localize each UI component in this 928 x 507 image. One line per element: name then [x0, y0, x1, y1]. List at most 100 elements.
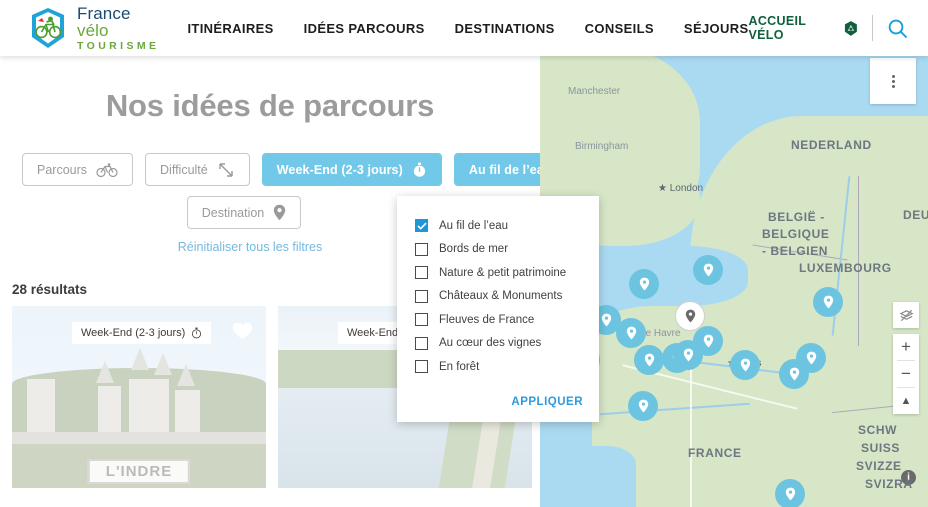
- dropdown-option-label: Fleuves de France: [439, 313, 535, 326]
- dropdown-option-label: Nature & petit patrimoine: [439, 266, 567, 279]
- result-card-indre[interactable]: L'INDRE Week-End (2-3 jours): [12, 306, 266, 488]
- result-card-duration-badge: Week-End (2-3 jours): [72, 322, 212, 344]
- france-velo-tourisme-logo-icon: [32, 8, 64, 48]
- map-marker[interactable]: [628, 391, 658, 421]
- map-tilt-button[interactable]: ▲: [893, 388, 919, 414]
- map-pin-icon: [639, 277, 649, 291]
- page-title: Nos idées de parcours: [105, 88, 435, 123]
- logo-text-tourisme: TOURISME: [77, 39, 160, 52]
- bicycle-icon: [96, 162, 118, 177]
- filter-chip-destination[interactable]: Destination: [186, 196, 302, 229]
- filter-chip-destination-label: Destination: [201, 205, 265, 220]
- map-marker[interactable]: [634, 345, 664, 375]
- nav-item-idees-parcours[interactable]: IDÉES PARCOURS: [304, 21, 425, 36]
- theme-filter-dropdown: Au fil de l’eau Bords de mer Nature & pe…: [397, 196, 599, 422]
- map-pin-icon: [626, 326, 636, 340]
- filter-chip-difficulte[interactable]: Difficulté: [145, 153, 250, 186]
- nav-item-conseils[interactable]: CONSEILS: [585, 21, 654, 36]
- checkbox-icon[interactable]: [415, 266, 428, 280]
- filter-chip-week-end[interactable]: Week-End (2-3 jours): [261, 153, 442, 186]
- map-marker[interactable]: [730, 350, 760, 380]
- dropdown-option-label: Au fil de l’eau: [439, 219, 509, 232]
- map-marker[interactable]: [813, 287, 843, 317]
- checkbox-icon[interactable]: [415, 242, 428, 256]
- map-marker[interactable]: [775, 479, 805, 507]
- result-card-favorite-button[interactable]: [231, 320, 254, 346]
- site-header: France vélo TOURISME ITINÉRAIRES IDÉES P…: [0, 0, 928, 56]
- map-marker[interactable]: [796, 343, 826, 373]
- map-border-de: [858, 176, 860, 346]
- map-road-b: [690, 356, 692, 507]
- filter-chip-au-fil-de-leau-label: Au fil de l’eau: [468, 162, 540, 177]
- map-marker[interactable]: [616, 318, 646, 348]
- dropdown-option-bords-de-mer[interactable]: Bords de mer: [415, 238, 583, 262]
- dropdown-option-chateaux-monuments[interactable]: Châteaux & Monuments: [415, 285, 583, 309]
- accueil-velo-badge-icon: [845, 20, 858, 36]
- map-pin-icon: [789, 367, 799, 381]
- accueil-velo-link[interactable]: ACCUEIL VÉLO: [749, 14, 859, 42]
- map-options-menu-button[interactable]: [870, 58, 916, 104]
- three-dots-vertical-icon: [891, 73, 895, 90]
- header-divider: [872, 15, 873, 41]
- dropdown-option-en-foret[interactable]: En forêt: [415, 355, 583, 379]
- map-pin-icon: [740, 358, 750, 372]
- search-icon: [888, 19, 907, 38]
- hide-layers-icon: [899, 309, 913, 321]
- dropdown-option-label: Châteaux & Monuments: [439, 290, 563, 303]
- map-info-button[interactable]: i: [901, 470, 916, 485]
- map-water-channel: [598, 246, 748, 306]
- map-pin-icon: [806, 351, 816, 365]
- map-pin-icon: [644, 353, 654, 367]
- dropdown-option-au-fil-de-leau[interactable]: Au fil de l’eau: [415, 214, 583, 238]
- main-navigation: ITINÉRAIRES IDÉES PARCOURS DESTINATIONS …: [187, 21, 748, 36]
- map-pin-icon: [703, 263, 713, 277]
- map-pin-icon: [683, 348, 693, 362]
- map-pin-icon: [823, 295, 833, 309]
- checkbox-icon[interactable]: [415, 360, 428, 374]
- map-pin-icon: [274, 204, 286, 221]
- dropdown-option-label: En forêt: [439, 360, 480, 373]
- dropdown-option-nature-petit-patrimoine[interactable]: Nature & petit patrimoine: [415, 261, 583, 285]
- dropdown-option-fleuves-de-france[interactable]: Fleuves de France: [415, 308, 583, 332]
- diagonal-arrows-icon: [219, 162, 233, 177]
- stopwatch-icon: [413, 162, 425, 177]
- map-marker[interactable]: [629, 269, 659, 299]
- map-toggle-layers-button[interactable]: [893, 302, 919, 328]
- nav-item-destinations[interactable]: DESTINATIONS: [455, 21, 555, 36]
- apply-filters-button[interactable]: APPLIQUER: [511, 396, 583, 408]
- filter-chip-week-end-label: Week-End (2-3 jours): [276, 162, 403, 177]
- map-pin-icon: [703, 334, 713, 348]
- map-pin-icon: [601, 313, 611, 327]
- map-zoom-in-button[interactable]: +: [893, 334, 919, 360]
- map-water-biscay: [540, 446, 636, 507]
- map-marker[interactable]: [693, 255, 723, 285]
- map-zoom-controls: + − ▲: [893, 334, 919, 414]
- result-card-duration-label: Week-End: [347, 327, 399, 339]
- checkbox-icon[interactable]: [415, 313, 428, 327]
- checkbox-checked-icon[interactable]: [415, 219, 428, 233]
- filter-chip-au-fil-de-leau[interactable]: Au fil de l’eau: [453, 153, 540, 186]
- map-pin-icon: [785, 487, 795, 501]
- map-pin-icon: [638, 399, 648, 413]
- logo-wordmark: France vélo TOURISME: [77, 5, 159, 52]
- map-zoom-out-button[interactable]: −: [893, 361, 919, 387]
- dropdown-option-label: Bords de mer: [439, 243, 509, 256]
- nav-item-sejours[interactable]: SÉJOURS: [684, 21, 749, 36]
- dropdown-option-label: Au cœur des vignes: [439, 337, 542, 350]
- nav-item-itineraires[interactable]: ITINÉRAIRES: [187, 21, 273, 36]
- filter-chip-parcours[interactable]: Parcours: [22, 153, 134, 186]
- filter-chip-parcours-label: Parcours: [37, 162, 88, 177]
- logo-text-velo: vélo: [77, 20, 109, 40]
- accueil-velo-label: ACCUEIL VÉLO: [748, 14, 806, 42]
- site-logo[interactable]: France vélo TOURISME: [26, 5, 159, 52]
- checkbox-icon[interactable]: [415, 336, 428, 350]
- map-pin-icon: [685, 309, 695, 323]
- checkbox-icon[interactable]: [415, 289, 428, 303]
- heart-icon: [232, 322, 253, 340]
- search-button[interactable]: [887, 18, 908, 39]
- header-actions: ACCUEIL VÉLO: [749, 14, 908, 42]
- filter-chip-row-primary: Parcours Difficulté Week-End (2-3 jours): [0, 153, 540, 186]
- map-marker[interactable]: [673, 340, 703, 370]
- dropdown-option-au-coeur-des-vignes[interactable]: Au cœur des vignes: [415, 332, 583, 356]
- result-card-duration-label: Week-End (2-3 jours): [81, 327, 186, 339]
